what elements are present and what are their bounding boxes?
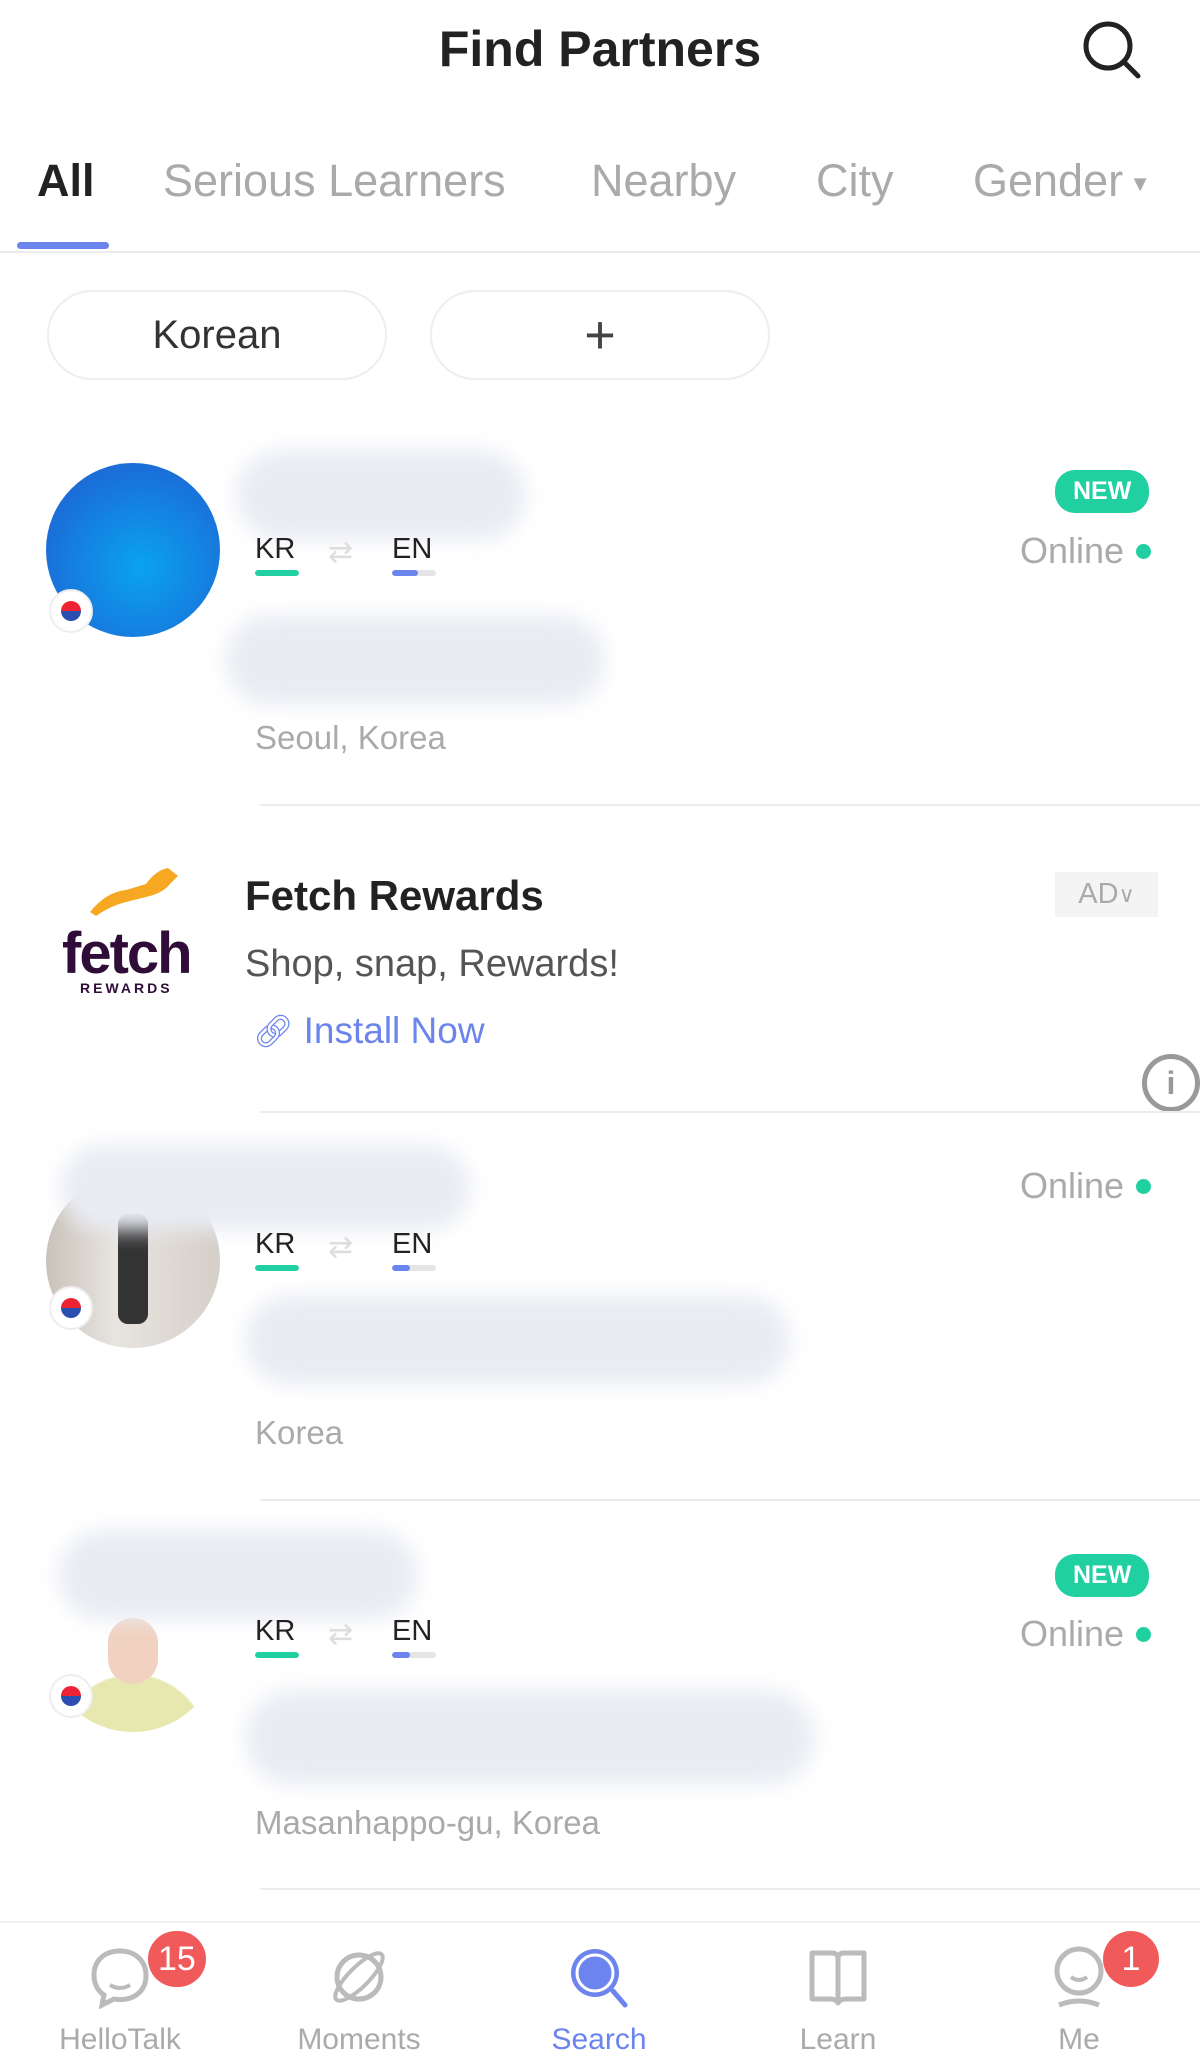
- nav-hellotalk[interactable]: 15 HelloTalk: [20, 1923, 220, 2065]
- nav-search[interactable]: Search: [499, 1923, 699, 2065]
- swap-icon: ⇄: [328, 1231, 354, 1264]
- fetch-dog-logo-icon: [86, 862, 182, 923]
- tab-all[interactable]: All: [37, 155, 95, 207]
- add-filter-button[interactable]: +: [430, 290, 770, 380]
- new-badge: NEW: [1055, 1554, 1150, 1597]
- book-icon: [809, 1950, 867, 2006]
- redacted-bio: [245, 1295, 790, 1385]
- search-icon: [571, 1949, 628, 2008]
- ad-title: Fetch Rewards: [245, 872, 544, 919]
- notification-badge: 1: [1103, 1931, 1159, 1987]
- divider: [0, 251, 1200, 253]
- planet-icon: [333, 1951, 385, 2003]
- native-level-bar: [255, 1652, 299, 1658]
- learning-language: EN: [392, 1615, 433, 1647]
- flag-icon: [49, 1674, 93, 1718]
- online-status: Online: [1020, 1613, 1152, 1655]
- ad-options-button[interactable]: AD ∨: [1055, 872, 1158, 917]
- redacted-name: [60, 1145, 470, 1230]
- native-level-bar: [255, 570, 299, 576]
- redacted-bio: [245, 1690, 815, 1785]
- location: Seoul, Korea: [255, 719, 446, 756]
- location: Masanhappo-gu, Korea: [255, 1804, 600, 1841]
- unread-badge: 15: [148, 1931, 206, 1987]
- flag-icon: [49, 1286, 93, 1330]
- redacted-bio: [225, 615, 605, 705]
- install-now-link[interactable]: 🔗︎ Install Now: [253, 1010, 485, 1052]
- learning-language: EN: [392, 1228, 433, 1260]
- profile-icon: [1054, 1946, 1104, 2008]
- swap-icon: ⇄: [328, 536, 354, 569]
- tab-gender-label: Gender: [973, 155, 1124, 206]
- tab-gender[interactable]: Gender ▼: [973, 155, 1151, 207]
- caret-down-icon: ▼: [1123, 171, 1151, 197]
- swap-icon: ⇄: [328, 1618, 354, 1651]
- nav-me[interactable]: 1 Me: [979, 1923, 1179, 2065]
- ad-subtitle: Shop, snap, Rewards!: [245, 943, 619, 985]
- location: Korea: [255, 1414, 344, 1451]
- nav-learn[interactable]: Learn: [738, 1923, 938, 2065]
- native-language: KR: [255, 1615, 296, 1647]
- divider: [260, 804, 1200, 806]
- online-dot-icon: [1136, 543, 1152, 559]
- redacted-name: [58, 1530, 418, 1620]
- tab-serious-learners[interactable]: Serious Learners: [163, 155, 506, 207]
- divider: [260, 1111, 1200, 1113]
- learning-level-bar: [392, 570, 436, 576]
- native-language: KR: [255, 1228, 296, 1260]
- link-icon: 🔗︎: [253, 1013, 294, 1049]
- redacted-name: [236, 450, 526, 540]
- flag-icon: [49, 589, 93, 633]
- search-icon[interactable]: [1080, 18, 1144, 87]
- page-title: Find Partners: [438, 21, 762, 77]
- new-badge: NEW: [1055, 470, 1150, 513]
- active-tab-indicator: [17, 242, 109, 249]
- info-icon[interactable]: i: [1142, 1054, 1200, 1112]
- tab-city[interactable]: City: [816, 155, 894, 207]
- online-dot-icon: [1136, 1626, 1152, 1642]
- divider: [260, 1499, 1200, 1501]
- ad-logo-text: fetch: [62, 921, 193, 986]
- online-status: Online: [1020, 1165, 1152, 1207]
- learning-level-bar: [392, 1652, 436, 1658]
- nav-moments[interactable]: Moments: [259, 1923, 459, 2065]
- learning-level-bar: [392, 1265, 436, 1271]
- bottom-tab-bar: 15 HelloTalk Moments Search Learn 1 Me: [0, 1921, 1200, 2063]
- online-status: Online: [1020, 530, 1152, 572]
- divider: [260, 1888, 1200, 1890]
- learning-language: EN: [392, 533, 433, 565]
- chevron-down-icon: ∨: [1118, 881, 1135, 907]
- native-language: KR: [255, 533, 296, 565]
- chat-bubble-icon: [91, 1948, 149, 2009]
- language-filter-chip[interactable]: Korean: [47, 290, 387, 380]
- ad-logo-subtext: REWARDS: [80, 980, 173, 996]
- tab-nearby[interactable]: Nearby: [591, 155, 736, 207]
- native-level-bar: [255, 1265, 299, 1271]
- online-dot-icon: [1136, 1178, 1152, 1194]
